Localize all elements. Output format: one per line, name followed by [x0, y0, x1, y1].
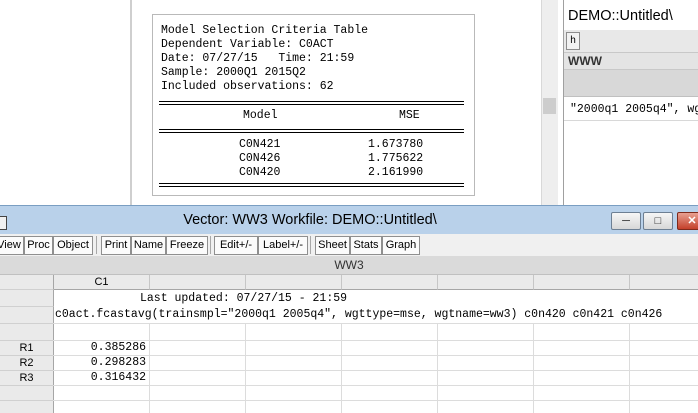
- model-name-cell: C0N420: [239, 166, 281, 179]
- table-header-block: Model Selection Criteria Table Dependent …: [161, 24, 368, 94]
- row-header: [0, 386, 54, 401]
- column-header-empty[interactable]: [342, 275, 438, 290]
- model-name-cell: C0N426: [239, 152, 281, 165]
- grid-line: [341, 324, 342, 413]
- dependent-variable-line: Dependent Variable: C0ACT: [161, 38, 334, 51]
- model-selection-table: Model Selection Criteria Table Dependent …: [152, 14, 475, 196]
- label-toggle-button[interactable]: Label+/-: [258, 236, 308, 255]
- background-object-window[interactable]: DEMO::Untitled\ h WWW "2000q1 2005q4", w…: [563, 0, 698, 205]
- close-button[interactable]: ✕: [677, 212, 698, 230]
- value-cell-r3[interactable]: 0.316432: [54, 371, 146, 385]
- grid-line: [437, 324, 438, 413]
- row-header: [0, 290, 54, 307]
- column-header-empty[interactable]: [630, 275, 698, 290]
- column-header-mse: MSE: [399, 109, 420, 122]
- minimize-icon: ─: [622, 215, 630, 227]
- name-button[interactable]: Name: [131, 236, 166, 255]
- toolbar-separator: [96, 236, 97, 254]
- mse-value-cell: 2.161990: [368, 166, 424, 179]
- model-name-cell: C0N421: [239, 138, 281, 151]
- last-updated-label: Last updated: 07/27/15 - 21:59: [140, 292, 348, 305]
- divider: [130, 0, 132, 205]
- object-name-bar: WW3: [0, 256, 698, 275]
- column-header-c1[interactable]: C1: [54, 275, 150, 290]
- toolbar-separator: [310, 236, 311, 254]
- value-cell-r1[interactable]: 0.385286: [54, 341, 146, 355]
- minimize-button[interactable]: ─: [611, 212, 641, 230]
- column-header-empty[interactable]: [150, 275, 246, 290]
- sample-line: Sample: 2000Q1 2015Q2: [161, 66, 306, 79]
- vector-window[interactable]: Vector: WW3 Workfile: DEMO::Untitled\ ─ …: [0, 205, 698, 413]
- mse-value-cell: 1.775622: [368, 152, 424, 165]
- edit-toggle-button[interactable]: Edit+/-: [214, 236, 258, 255]
- object-name: WWW: [568, 54, 602, 68]
- column-header-empty[interactable]: [246, 275, 342, 290]
- scrollbar-thumb[interactable]: [543, 98, 556, 114]
- table-title: Model Selection Criteria Table: [161, 24, 369, 37]
- object-button[interactable]: Object: [53, 236, 93, 255]
- row-header: [0, 324, 54, 341]
- object-name: WW3: [334, 258, 364, 272]
- view-button[interactable]: View: [0, 236, 24, 255]
- grid-line: [533, 324, 534, 413]
- grid-line: [149, 324, 150, 413]
- column-header-model: Model: [243, 109, 278, 122]
- object-toolbar: View Proc Object Print Name Freeze Edit+…: [0, 234, 698, 257]
- grid-line: [245, 324, 246, 413]
- maximize-icon: □: [654, 215, 662, 227]
- grid-corner: [0, 275, 54, 290]
- row-header: [0, 307, 54, 324]
- column-header-empty[interactable]: [438, 275, 534, 290]
- value-cell-r2[interactable]: 0.298283: [54, 356, 146, 370]
- toolbar-separator: [210, 236, 211, 254]
- row-header-r2[interactable]: R2: [0, 356, 54, 371]
- close-icon: ✕: [687, 215, 697, 227]
- table-rule: [159, 183, 464, 187]
- freeze-button[interactable]: Freeze: [166, 236, 208, 255]
- proc-button[interactable]: Proc: [24, 236, 53, 255]
- graph-button[interactable]: Graph: [382, 236, 420, 255]
- spreadsheet-grid[interactable]: C1 R1 R2 R3 Last updated: 07/27/15 - 21:…: [0, 275, 698, 413]
- mse-value-cell: 1.673780: [368, 138, 424, 151]
- column-header-empty[interactable]: [534, 275, 630, 290]
- window-title: Vector: WW3 Workfile: DEMO::Untitled\: [183, 212, 437, 228]
- table-rule: [159, 129, 464, 133]
- column-header-row: [564, 70, 698, 97]
- row-header-r1[interactable]: R1: [0, 341, 54, 356]
- maximize-button[interactable]: □: [643, 212, 673, 230]
- command-label: c0act.fcastavg(trainsmpl="2000q1 2005q4"…: [55, 308, 663, 321]
- command-text: "2000q1 2005q4", wg: [570, 103, 698, 116]
- toolbar-button[interactable]: h: [566, 32, 580, 50]
- sheet-button[interactable]: Sheet: [315, 236, 350, 255]
- row-header: [0, 401, 54, 413]
- observations-line: Included observations: 62: [161, 80, 334, 93]
- row-header-r3[interactable]: R3: [0, 371, 54, 386]
- stats-button[interactable]: Stats: [350, 236, 382, 255]
- table-rule: [159, 101, 464, 105]
- object-name-bar: WWW: [564, 53, 698, 70]
- grid-line: [564, 120, 698, 121]
- window-title: DEMO::Untitled\: [568, 8, 673, 24]
- grid-line: [629, 324, 630, 413]
- date-line: Date: 07/27/15 Time: 21:59: [161, 52, 355, 65]
- toolbar: h: [564, 30, 698, 53]
- print-button[interactable]: Print: [101, 236, 131, 255]
